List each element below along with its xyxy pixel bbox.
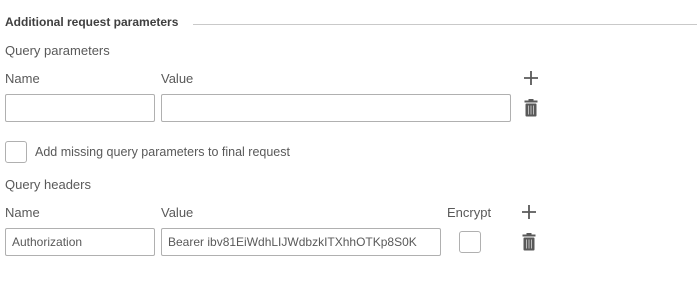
section-divider — [193, 24, 697, 25]
query-param-name-label: Name — [5, 71, 40, 86]
query-headers-heading: Query headers — [5, 177, 91, 192]
add-query-header-button[interactable] — [520, 203, 538, 221]
trash-icon — [524, 99, 538, 117]
query-header-name-label: Name — [5, 205, 40, 220]
plus-icon — [524, 71, 538, 85]
delete-query-parameter-button[interactable] — [524, 99, 538, 117]
query-header-name-input[interactable] — [5, 228, 155, 256]
encrypt-header-checkbox[interactable] — [459, 231, 481, 253]
add-query-parameter-button[interactable] — [522, 69, 540, 87]
delete-query-header-button[interactable] — [522, 233, 536, 251]
section-title: Additional request parameters — [5, 15, 179, 29]
plus-icon — [522, 205, 536, 219]
query-param-name-input[interactable] — [5, 94, 155, 122]
query-parameters-heading: Query parameters — [5, 43, 110, 58]
query-header-value-input[interactable] — [161, 228, 441, 256]
query-header-value-label: Value — [161, 205, 194, 220]
add-missing-params-label: Add missing query parameters to final re… — [35, 145, 290, 159]
trash-icon — [522, 233, 536, 251]
query-header-encrypt-label: Encrypt — [447, 205, 492, 220]
add-missing-params-checkbox[interactable] — [5, 141, 27, 163]
query-param-value-label: Value — [161, 71, 194, 86]
query-param-value-input[interactable] — [161, 94, 511, 122]
